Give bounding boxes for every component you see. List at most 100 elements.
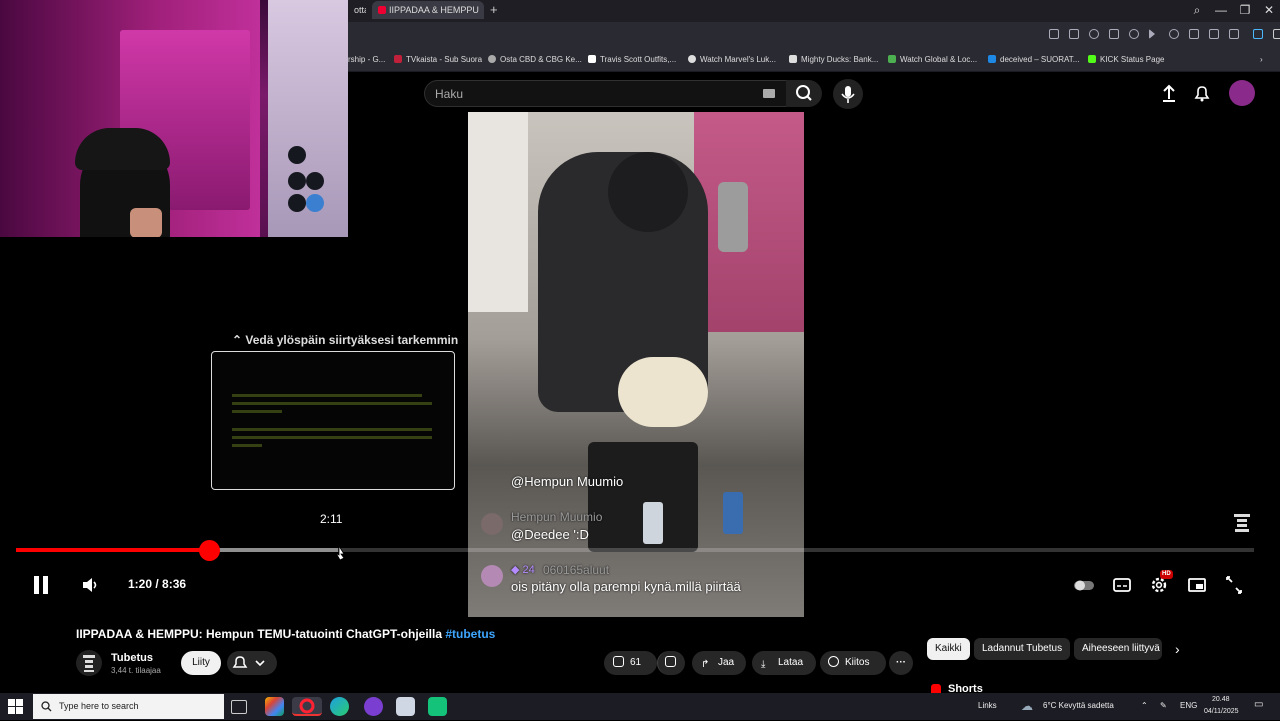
search-button[interactable] <box>786 80 822 107</box>
bookmarks-overflow-icon[interactable]: › <box>1260 53 1263 67</box>
bookmark-0[interactable]: rship - G... <box>348 53 385 67</box>
weather-text[interactable]: 6°C Kevyttä sadetta <box>1043 701 1114 710</box>
upload-button[interactable] <box>1154 79 1184 109</box>
clock-icon[interactable] <box>1129 29 1139 39</box>
clock-time[interactable]: 20.48 <box>1212 696 1230 703</box>
thumbs-down-icon <box>665 656 676 667</box>
extension-icon[interactable] <box>1109 29 1119 39</box>
download-button[interactable]: ⤓ Lataa <box>752 651 816 675</box>
ext-blue-icon[interactable] <box>1253 29 1263 39</box>
app-colorful-icon[interactable] <box>265 697 284 716</box>
search-icon <box>796 85 812 101</box>
fullscreen-button[interactable] <box>1223 575 1245 595</box>
download-icon[interactable] <box>1189 29 1199 39</box>
suora-icon <box>988 55 996 63</box>
shield-icon[interactable] <box>1089 29 1099 39</box>
pause-button[interactable] <box>28 572 54 598</box>
bookmark-2[interactable]: Osta CBD & CBG Ke... <box>488 53 582 67</box>
thumbs-up-icon <box>613 656 624 667</box>
minimize-button[interactable]: — <box>1212 2 1230 18</box>
bookmark-5[interactable]: Mighty Ducks: Bank... <box>789 53 878 67</box>
chat-avatar <box>481 513 503 535</box>
language-indicator[interactable]: ENG <box>1180 701 1197 710</box>
chat-overlay-text: @Deedee ':D <box>511 527 589 542</box>
edge-icon[interactable] <box>330 697 349 716</box>
subtitles-button[interactable] <box>1111 575 1133 595</box>
chip-related[interactable]: Aiheeseen liittyvä <box>1074 638 1162 660</box>
voice-search-button[interactable] <box>833 79 863 109</box>
keyboard-icon[interactable] <box>763 89 775 98</box>
search-tabs-icon[interactable]: ⌕ <box>1188 2 1206 18</box>
join-button[interactable]: Liity <box>181 651 221 675</box>
video-frame[interactable]: @Hempun Muumio Hempun Muumio @Deedee ':D… <box>468 112 804 617</box>
chips-next-icon[interactable]: › <box>1175 641 1180 657</box>
bookmark-8[interactable]: KICK Status Page <box>1088 53 1164 67</box>
more-actions-button[interactable]: ··· <box>889 651 913 675</box>
opera-gx-taskbar-button[interactable] <box>292 697 322 716</box>
captions-icon <box>1113 578 1131 592</box>
camera-icon[interactable] <box>1069 29 1079 39</box>
bookmark-1[interactable]: TVkaista - Sub Suora <box>394 53 482 67</box>
discord-icon[interactable] <box>364 697 383 716</box>
browser-tab-bar: otta IIPPADAA & HEMPPU + ⌕ — ❐ ✕ <box>348 0 1280 22</box>
player-icon[interactable] <box>1149 29 1155 39</box>
close-button[interactable]: ✕ <box>1260 2 1278 18</box>
pause-icon <box>34 576 39 594</box>
browser-toolbar <box>348 22 1280 48</box>
bookmark-4[interactable]: Watch Marvel's Luk... <box>688 53 776 67</box>
webcam-overlay <box>0 0 348 237</box>
cam-hook <box>306 172 324 190</box>
windows-start-icon[interactable] <box>8 699 23 714</box>
tray-chevron-icon[interactable]: ⌃ <box>1141 701 1148 710</box>
chat-overlay-author: Hempun Muumio <box>511 510 603 524</box>
channel-avatar[interactable] <box>76 650 102 676</box>
chip-all[interactable]: Kaikki <box>927 638 970 660</box>
edit-icon[interactable] <box>1049 29 1059 39</box>
fullscreen-icon <box>1226 576 1242 594</box>
preview-text-line <box>232 402 432 405</box>
clock-date[interactable]: 04/11/2025 <box>1204 708 1239 715</box>
task-view-icon[interactable] <box>231 700 247 714</box>
chip-uploaded-by[interactable]: Ladannut Tubetus <box>974 638 1071 660</box>
preview-text-line <box>232 410 282 413</box>
weather-icon: ☁ <box>1021 699 1033 713</box>
bookmark-3[interactable]: Travis Scott Outfits,... <box>588 53 676 67</box>
bookmark-6[interactable]: Watch Global & Loc... <box>888 53 977 67</box>
autoplay-toggle[interactable] <box>1073 575 1095 595</box>
subscription-bell-button[interactable] <box>227 651 277 675</box>
links-toolbar[interactable]: Links <box>978 701 997 710</box>
like-button[interactable]: 61 <box>604 651 657 675</box>
bookmark-7[interactable]: deceived – SUORAT... <box>988 53 1079 67</box>
settings-icon[interactable] <box>1273 29 1280 39</box>
like-count: 61 <box>630 657 642 668</box>
bookmarks-bar: rship - G... TVkaista - Sub Suora Osta C… <box>348 48 1280 72</box>
share-button[interactable]: ↱ Jaa <box>692 651 746 675</box>
menu-icon[interactable] <box>1209 29 1219 39</box>
download-icon: ⤓ <box>761 659 766 670</box>
heart-icon[interactable] <box>1169 29 1179 39</box>
preview-text-line <box>232 444 262 447</box>
video-scene-head <box>608 152 688 232</box>
channel-name[interactable]: Tubetus <box>111 652 153 664</box>
restore-button[interactable]: ❐ <box>1236 2 1254 18</box>
taskbar-search-input[interactable]: Type here to search <box>33 694 224 719</box>
app-shield-icon[interactable] <box>396 697 415 716</box>
miniplayer-button[interactable] <box>1186 575 1208 595</box>
dislike-button[interactable] <box>657 651 685 675</box>
lock-icon[interactable] <box>1229 29 1239 39</box>
scrubber-handle[interactable] <box>199 540 221 561</box>
pen-icon[interactable]: ✎ <box>1160 701 1167 710</box>
search-input[interactable]: Haku <box>424 80 790 107</box>
chat-avatar <box>481 565 503 587</box>
new-tab-button[interactable]: + <box>490 2 498 18</box>
volume-icon[interactable] <box>80 576 100 594</box>
tab-previous[interactable]: otta <box>348 1 366 19</box>
app-green-icon[interactable] <box>428 697 447 716</box>
thanks-button[interactable]: Kiitos <box>820 651 886 675</box>
tab-active[interactable]: IIPPADAA & HEMPPU <box>372 1 484 19</box>
account-avatar[interactable] <box>1229 80 1255 106</box>
preview-text-line <box>232 428 432 431</box>
notification-icon[interactable]: ▭ <box>1254 699 1263 710</box>
notifications-button[interactable] <box>1187 79 1217 109</box>
hashtag-link[interactable]: #tubetus <box>445 627 495 641</box>
